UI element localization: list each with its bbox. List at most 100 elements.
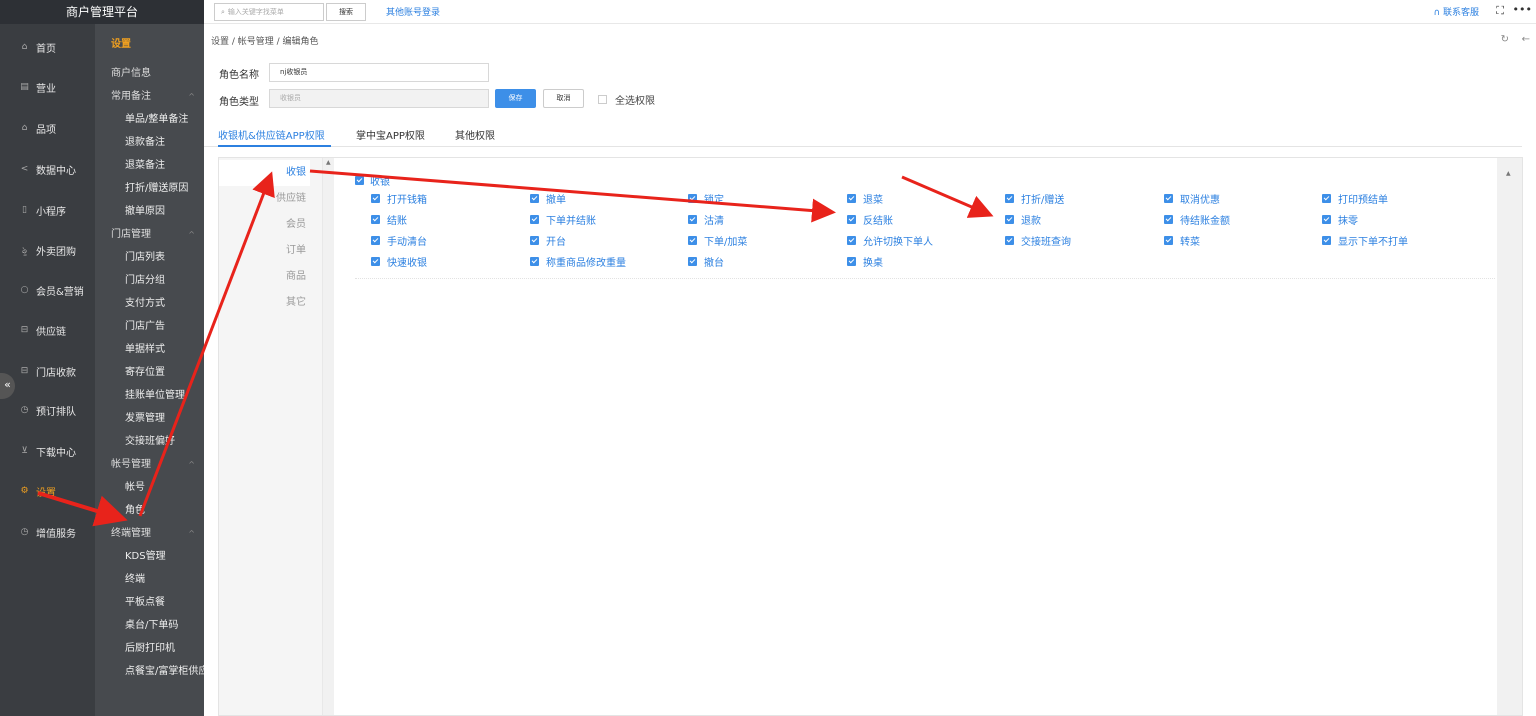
permission-checkbox[interactable]: 待结账金额 bbox=[1164, 212, 1230, 227]
submenu-item[interactable]: 桌台/下单码 bbox=[95, 615, 204, 637]
permission-checkbox[interactable]: 锁定 bbox=[688, 191, 724, 206]
save-button[interactable]: 保存 bbox=[495, 89, 536, 108]
permission-checkbox[interactable]: 打折/赠送 bbox=[1005, 191, 1064, 206]
perm-category-1[interactable]: 供应链 bbox=[219, 186, 310, 212]
nav-item-7[interactable]: ⊟ 供应链 bbox=[0, 310, 95, 350]
submenu-group[interactable]: 商户信息 bbox=[95, 63, 204, 85]
permission-checkbox[interactable]: 打开钱箱 bbox=[371, 191, 427, 206]
tab-pocket-app[interactable]: 掌中宝APP权限 bbox=[356, 127, 425, 142]
permission-checkbox[interactable]: 沽清 bbox=[688, 212, 724, 227]
back-icon[interactable]: ← bbox=[1522, 34, 1530, 45]
permission-label: 换桌 bbox=[863, 258, 883, 269]
permission-checkbox[interactable]: 开台 bbox=[530, 233, 566, 248]
more-icon[interactable]: ••• bbox=[1513, 3, 1532, 16]
submenu-group[interactable]: 门店管理 ^ bbox=[95, 224, 204, 246]
nav-item-9[interactable]: ◷ 预订排队 bbox=[0, 390, 95, 430]
submenu-item[interactable]: 平板点餐 bbox=[95, 592, 204, 614]
calendar-icon: ▤ bbox=[20, 82, 29, 92]
permission-checkbox[interactable]: 快速收银 bbox=[371, 254, 427, 269]
permission-checkbox[interactable]: 交接班查询 bbox=[1005, 233, 1071, 248]
other-account-login-link[interactable]: 其他账号登录 bbox=[386, 5, 440, 18]
breadcrumb-bar: 设置 / 帐号管理 / 编辑角色 ↻ ← bbox=[204, 30, 1536, 52]
permission-category-nav: 收银 供应链 会员 订单 商品 其它 bbox=[219, 158, 322, 715]
category-scrollbar[interactable]: ▲ bbox=[322, 158, 334, 715]
permission-checkbox[interactable]: 撤单 bbox=[530, 191, 566, 206]
submenu-item[interactable]: 门店广告 bbox=[95, 316, 204, 338]
nav-item-4[interactable]: ▯ 小程序 bbox=[0, 190, 95, 230]
submenu-group[interactable]: 终端管理 ^ bbox=[95, 523, 204, 545]
submenu-item[interactable]: 点餐宝/富掌柜供应 bbox=[95, 661, 204, 683]
perm-category-5[interactable]: 其它 bbox=[219, 290, 310, 316]
perm-category-3[interactable]: 订单 bbox=[219, 238, 310, 264]
checkbox-checked-icon bbox=[1322, 194, 1331, 203]
scroll-up-icon[interactable]: ▲ bbox=[326, 159, 331, 166]
permission-checkbox[interactable]: 打印预结单 bbox=[1322, 191, 1388, 206]
select-all-permissions-checkbox[interactable]: 全选权限 bbox=[598, 92, 655, 107]
nav-item-11[interactable]: ⚙ 设置 bbox=[0, 471, 95, 511]
submenu-item[interactable]: 单据样式 bbox=[95, 339, 204, 361]
submenu-item[interactable]: 发票管理 bbox=[95, 408, 204, 430]
submenu-item[interactable]: 门店列表 bbox=[95, 247, 204, 269]
contact-service-link[interactable]: ∩ 联系客服 bbox=[1434, 5, 1479, 18]
permission-checkbox[interactable]: 取消优惠 bbox=[1164, 191, 1220, 206]
nav-item-10[interactable]: ⊻ 下载中心 bbox=[0, 431, 95, 471]
select-all-label: 全选权限 bbox=[615, 96, 655, 107]
submenu-item[interactable]: 帐号 bbox=[95, 477, 204, 499]
submenu-item[interactable]: KDS管理 bbox=[95, 546, 204, 568]
submenu-item[interactable]: 寄存位置 bbox=[95, 362, 204, 384]
permission-checkbox[interactable]: 结账 bbox=[371, 212, 407, 227]
permission-checkbox[interactable]: 撤台 bbox=[688, 254, 724, 269]
permission-checkbox[interactable]: 退款 bbox=[1005, 212, 1041, 227]
permission-checkbox[interactable]: 显示下单不打单 bbox=[1322, 233, 1408, 248]
nav-item-3[interactable]: < 数据中心 bbox=[0, 149, 95, 189]
permission-checkbox[interactable]: 下单并结账 bbox=[530, 212, 596, 227]
role-name-input[interactable]: nj收银员 bbox=[269, 63, 489, 82]
permission-checkbox[interactable]: 抹零 bbox=[1322, 212, 1358, 227]
submenu-item[interactable]: 门店分组 bbox=[95, 270, 204, 292]
perm-category-2[interactable]: 会员 bbox=[219, 212, 310, 238]
submenu-item[interactable]: 退菜备注 bbox=[95, 155, 204, 177]
permission-checkbox[interactable]: 换桌 bbox=[847, 254, 883, 269]
submenu-item[interactable]: 后厨打印机 bbox=[95, 638, 204, 660]
submenu-item[interactable]: 打折/赠送原因 bbox=[95, 178, 204, 200]
submenu-item[interactable]: 支付方式 bbox=[95, 293, 204, 315]
permission-checkbox[interactable]: 称重商品修改重量 bbox=[530, 254, 626, 269]
search-button[interactable]: 搜索 bbox=[326, 3, 366, 21]
submenu-group[interactable]: 帐号管理 ^ bbox=[95, 454, 204, 476]
nav-item-2[interactable]: ⌂ 品项 bbox=[0, 108, 95, 148]
perm-category-4[interactable]: 商品 bbox=[219, 264, 310, 290]
permission-checkbox[interactable]: 转菜 bbox=[1164, 233, 1200, 248]
permission-checkbox[interactable]: 允许切换下单人 bbox=[847, 233, 933, 248]
permission-label: 取消优惠 bbox=[1180, 195, 1220, 206]
refresh-icon[interactable]: ↻ bbox=[1501, 34, 1509, 45]
submenu-item[interactable]: 交接班偏好 bbox=[95, 431, 204, 453]
nav-item-5[interactable]: ৡ 外卖团购 bbox=[0, 230, 95, 270]
submenu-item[interactable]: 终端 bbox=[95, 569, 204, 591]
scroll-up-icon[interactable]: ▲ bbox=[1506, 170, 1511, 177]
permission-checkbox[interactable]: 反结账 bbox=[847, 212, 893, 227]
nav-item-12[interactable]: ◷ 增值服务 bbox=[0, 512, 95, 552]
submenu-item[interactable]: 单品/整单备注 bbox=[95, 109, 204, 131]
nav-item-0[interactable]: ⌂ 首页 bbox=[0, 27, 95, 67]
submenu-label: 单品/整单备注 bbox=[125, 114, 189, 125]
fullscreen-icon[interactable]: ⛶ bbox=[1496, 4, 1504, 18]
content-scrollbar[interactable]: ▲ bbox=[1497, 158, 1522, 715]
submenu-item[interactable]: 退款备注 bbox=[95, 132, 204, 154]
nav-item-1[interactable]: ▤ 营业 bbox=[0, 67, 95, 107]
tab-other-permissions[interactable]: 其他权限 bbox=[455, 127, 495, 142]
search-input[interactable]: ⌕ 输入关键字找菜单 bbox=[214, 3, 324, 21]
permission-checkbox[interactable]: 下单/加菜 bbox=[688, 233, 747, 248]
nav-item-6[interactable]: ○ 会员&营销 bbox=[0, 270, 95, 310]
submenu-item[interactable]: 撤单原因 bbox=[95, 201, 204, 223]
submenu-label: 门店广告 bbox=[125, 321, 165, 332]
tab-cashier-supply-app[interactable]: 收银机&供应链APP权限 bbox=[218, 127, 325, 142]
permission-checkbox[interactable]: 退菜 bbox=[847, 191, 883, 206]
submenu-item[interactable]: 挂账单位管理 bbox=[95, 385, 204, 407]
checkbox-checked-icon bbox=[1322, 215, 1331, 224]
cancel-button[interactable]: 取消 bbox=[543, 89, 584, 108]
group-checkbox[interactable]: 收银 bbox=[355, 173, 390, 188]
submenu-item[interactable]: 角色 bbox=[95, 500, 204, 522]
submenu-group[interactable]: 常用备注 ^ bbox=[95, 86, 204, 108]
permission-checkbox[interactable]: 手动清台 bbox=[371, 233, 427, 248]
perm-category-0[interactable]: 收银 bbox=[219, 160, 310, 186]
